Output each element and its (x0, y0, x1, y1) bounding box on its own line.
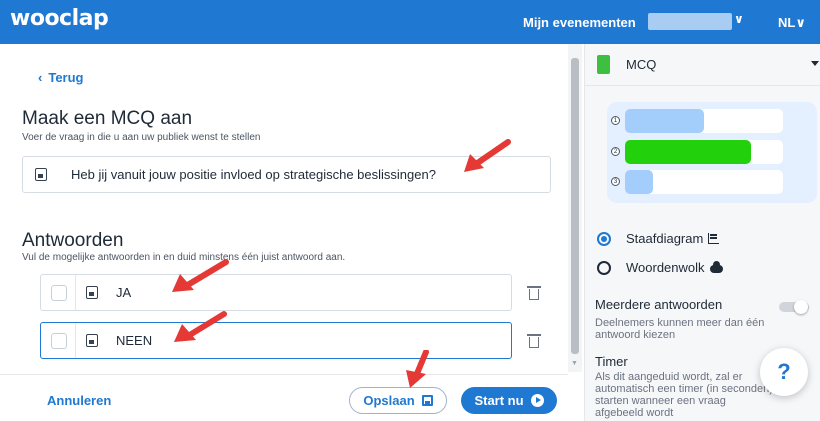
preview-bar-track (625, 109, 783, 133)
timer-title: Timer (595, 354, 628, 369)
start-label: Start nu (474, 393, 524, 408)
question-editor-panel: ‹ Terug Maak een MCQ aan Voer de vraag i… (0, 44, 584, 421)
correct-answer-checkbox[interactable] (51, 332, 67, 349)
top-navigation-bar: wooclap Mijn evenementen ∨ NL∨ (0, 0, 820, 44)
question-type-selector[interactable]: MCQ (597, 55, 656, 74)
cancel-button[interactable]: Annuleren (47, 393, 111, 408)
option-label: Woordenwolk (626, 260, 705, 275)
mcq-icon (597, 55, 610, 74)
floppy-disk-icon (421, 395, 433, 406)
timer-description: Als dit aangeduid wordt, zal er automati… (595, 371, 773, 419)
preview-bar-fill (625, 109, 704, 133)
scrollbar-thumb[interactable] (571, 58, 579, 354)
question-text[interactable]: Heb jij vanuit jouw positie invloed op s… (71, 167, 436, 182)
cloud-icon (709, 260, 723, 273)
display-option-bar-chart[interactable]: Staafdiagram (597, 231, 720, 246)
image-upload-icon[interactable] (86, 286, 98, 299)
preview-bar-track (625, 170, 783, 194)
save-button[interactable]: Opslaan (349, 387, 447, 414)
answer-row[interactable]: JA (40, 274, 512, 311)
page-title: Maak een MCQ aan (22, 108, 193, 129)
language-selector[interactable]: NL∨ (778, 15, 806, 31)
question-type-label: MCQ (626, 57, 657, 72)
annotation-arrow-icon (174, 311, 227, 342)
annotation-arrow-icon (406, 350, 429, 388)
multiple-answers-description: Deelnemers kunnen meer dan één antwoord … (595, 317, 765, 341)
chevron-left-icon: ‹ (38, 70, 43, 85)
image-upload-icon[interactable] (86, 334, 98, 347)
divider (75, 323, 76, 358)
divider (585, 85, 820, 86)
caret-down-icon[interactable] (811, 61, 819, 66)
annotation-arrow-icon (464, 139, 511, 172)
start-now-button[interactable]: Start nu (461, 387, 557, 414)
divider (75, 275, 76, 310)
preview-bar-number: 1 (611, 116, 620, 125)
correct-answer-checkbox[interactable] (51, 284, 67, 301)
user-menu-chevron-icon[interactable]: ∨ (734, 12, 744, 26)
delete-answer-trash-icon[interactable] (527, 286, 541, 300)
preview-bar-fill (625, 140, 752, 164)
option-label: Staafdiagram (626, 231, 704, 246)
answers-heading: Antwoorden (22, 230, 124, 251)
user-name-redacted[interactable] (648, 13, 732, 30)
display-option-word-cloud[interactable]: Woordenwolk (597, 260, 723, 275)
save-label: Opslaan (363, 393, 415, 408)
annotation-arrow-icon (172, 259, 229, 292)
help-button[interactable]: ? (760, 348, 808, 396)
footer-divider (0, 374, 568, 375)
multiple-answers-toggle[interactable] (779, 300, 809, 314)
multiple-answers-title: Meerdere antwoorden (595, 297, 723, 312)
answer-input[interactable]: NEEN (116, 333, 152, 348)
back-label: Terug (48, 70, 84, 85)
image-upload-icon[interactable] (35, 168, 47, 181)
play-icon (530, 394, 544, 407)
my-events-link[interactable]: Mijn evenementen (523, 15, 636, 30)
page-subtitle: Voer de vraag in die u aan uw publiek we… (22, 132, 261, 143)
radio-selected[interactable] (597, 231, 611, 246)
answer-row[interactable]: NEEN (40, 322, 512, 359)
preview-bar-number: 3 (611, 177, 620, 186)
preview-bar-fill (625, 170, 654, 194)
back-link[interactable]: ‹ Terug (38, 70, 84, 85)
wooclap-logo[interactable]: wooclap (10, 6, 109, 31)
preview-bar-number: 2 (611, 147, 620, 156)
bar-chart-icon (708, 233, 720, 244)
scroll-down-arrow-icon[interactable]: ▼ (571, 360, 578, 367)
preview-bar-track (625, 140, 783, 164)
answer-input[interactable]: JA (116, 285, 131, 300)
delete-answer-trash-icon[interactable] (527, 334, 541, 348)
radio-unselected[interactable] (597, 260, 611, 275)
